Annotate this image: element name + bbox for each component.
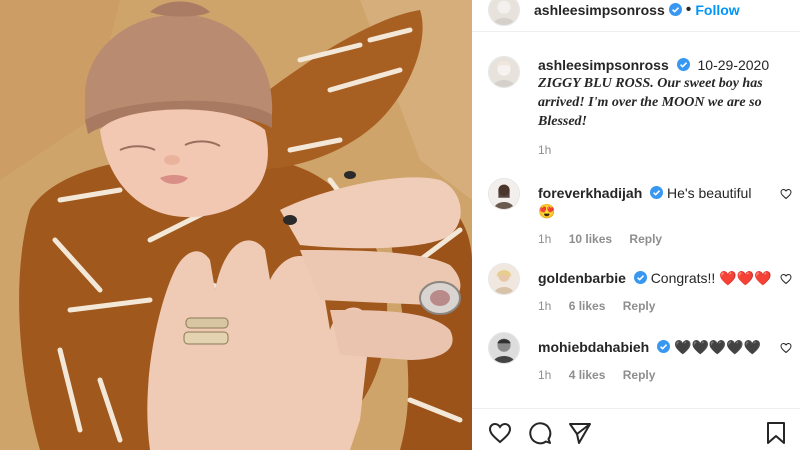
reply-button[interactable]: Reply — [623, 299, 656, 313]
caption: ashleesimpsonross 10-29-2020 ZIGGY BLU R… — [488, 56, 788, 159]
comment-time[interactable]: 1h — [538, 299, 551, 313]
comment-time[interactable]: 1h — [538, 368, 551, 382]
verified-badge-icon — [668, 3, 682, 16]
share-icon[interactable] — [568, 421, 592, 445]
comment-emoji: 🖤🖤🖤🖤🖤 — [674, 339, 762, 355]
caption-text: ZIGGY BLU ROSS. Our sweet boy has arrive… — [538, 76, 763, 129]
comment-meta: 1h 4 likes Reply — [538, 366, 774, 384]
avatar[interactable] — [488, 332, 520, 364]
verified-badge-icon — [633, 271, 647, 284]
heart-icon[interactable] — [780, 342, 792, 354]
comment-likes[interactable]: 4 likes — [569, 368, 606, 382]
separator-dot: • — [685, 0, 692, 18]
post-header: ashleesimpsonross • Follow — [472, 0, 800, 32]
caption-time[interactable]: 1h — [538, 143, 551, 157]
comment-text: Congrats!! — [650, 270, 716, 286]
comment-text: He's beautiful — [667, 185, 752, 201]
comment-meta: 1h 10 likes Reply — [538, 230, 774, 248]
comment-icon[interactable] — [528, 421, 552, 445]
comment-username[interactable]: mohiebdahabieh — [538, 339, 649, 355]
follow-button[interactable]: Follow — [695, 2, 739, 18]
comment-meta: 1h 6 likes Reply — [538, 297, 774, 315]
comment-time[interactable]: 1h — [538, 232, 551, 246]
comment-username[interactable]: foreverkhadijah — [538, 185, 642, 201]
comment-item: foreverkhadijah He's beautiful 😍 1h 10 l… — [488, 178, 792, 248]
heart-icon[interactable] — [780, 273, 792, 285]
caption-username[interactable]: ashleesimpsonross — [538, 57, 669, 73]
comment-body: goldenbarbie Congrats!! ❤️❤️❤️ 1h 6 like… — [538, 263, 774, 315]
avatar[interactable] — [488, 263, 520, 295]
reply-button[interactable]: Reply — [623, 368, 656, 382]
caption-body: ashleesimpsonross 10-29-2020 ZIGGY BLU R… — [538, 56, 786, 159]
bookmark-icon[interactable] — [764, 421, 788, 445]
comment-body: mohiebdahabieh 🖤🖤🖤🖤🖤 1h 4 likes Reply — [538, 332, 774, 384]
avatar[interactable] — [488, 0, 520, 26]
comment-item: mohiebdahabieh 🖤🖤🖤🖤🖤 1h 4 likes Reply — [488, 332, 792, 384]
verified-badge-icon — [657, 340, 671, 353]
comment-username[interactable]: goldenbarbie — [538, 270, 626, 286]
heart-icon[interactable] — [488, 421, 512, 445]
heart-icon[interactable] — [780, 188, 792, 200]
avatar[interactable] — [488, 56, 520, 88]
comment-likes[interactable]: 10 likes — [569, 232, 612, 246]
caption-date: 10-29-2020 — [697, 57, 770, 73]
comment-item: goldenbarbie Congrats!! ❤️❤️❤️ 1h 6 like… — [488, 263, 792, 315]
post-photo[interactable] — [0, 0, 472, 450]
verified-badge-icon — [676, 58, 690, 71]
comment-emoji: 😍 — [538, 203, 556, 219]
verified-badge-icon — [650, 186, 664, 199]
post-side-panel: ashleesimpsonross • Follow ashleesimpson… — [472, 0, 800, 450]
comment-emoji: ❤️❤️❤️ — [719, 270, 772, 286]
action-bar — [472, 408, 800, 450]
caption-meta: 1h — [538, 141, 786, 159]
header-username[interactable]: ashleesimpsonross — [534, 2, 665, 18]
comment-likes[interactable]: 6 likes — [569, 299, 606, 313]
comment-body: foreverkhadijah He's beautiful 😍 1h 10 l… — [538, 178, 774, 248]
newborn-photo-illustration — [0, 0, 472, 450]
reply-button[interactable]: Reply — [629, 232, 662, 246]
avatar[interactable] — [488, 178, 520, 210]
